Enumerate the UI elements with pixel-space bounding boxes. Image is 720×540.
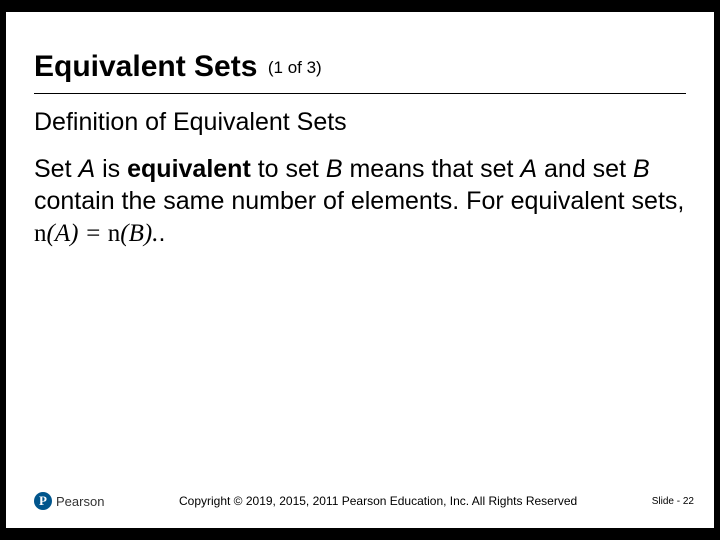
body-text: means that set xyxy=(343,155,521,183)
equation: n(A) = n(B). xyxy=(34,220,158,247)
var-a: A xyxy=(78,155,95,183)
copyright-text: Copyright © 2019, 2015, 2011 Pearson Edu… xyxy=(104,494,651,508)
publisher-name: Pearson xyxy=(56,494,104,509)
body-text: contain the same number of elements. For… xyxy=(34,187,684,215)
slide-label: Slide - xyxy=(652,496,683,507)
publisher-logo: P Pearson xyxy=(34,492,104,510)
body-text: . xyxy=(158,219,165,247)
body-text: is xyxy=(95,155,127,183)
slide-footer: P Pearson Copyright © 2019, 2015, 2011 P… xyxy=(6,492,714,510)
slide-title-part: (1 of 3) xyxy=(268,58,322,77)
var-b: B xyxy=(633,155,650,183)
slide-subhead: Definition of Equivalent Sets xyxy=(6,94,714,147)
body-text: Set xyxy=(34,155,78,183)
slide-title: Equivalent Sets xyxy=(34,50,257,83)
slide-num-value: 22 xyxy=(683,496,694,507)
pearson-p-icon: P xyxy=(34,492,52,510)
body-text: and set xyxy=(537,155,633,183)
slide-number: Slide - 22 xyxy=(652,496,694,507)
slide-body: Set A is equivalent to set B means that … xyxy=(6,147,714,250)
term-equivalent: equivalent xyxy=(127,155,251,183)
slide-header: Equivalent Sets (1 of 3) xyxy=(6,12,714,90)
slide: Equivalent Sets (1 of 3) Definition of E… xyxy=(6,12,714,528)
var-b: B xyxy=(326,155,343,183)
var-a: A xyxy=(520,155,537,183)
body-text: to set xyxy=(251,155,326,183)
